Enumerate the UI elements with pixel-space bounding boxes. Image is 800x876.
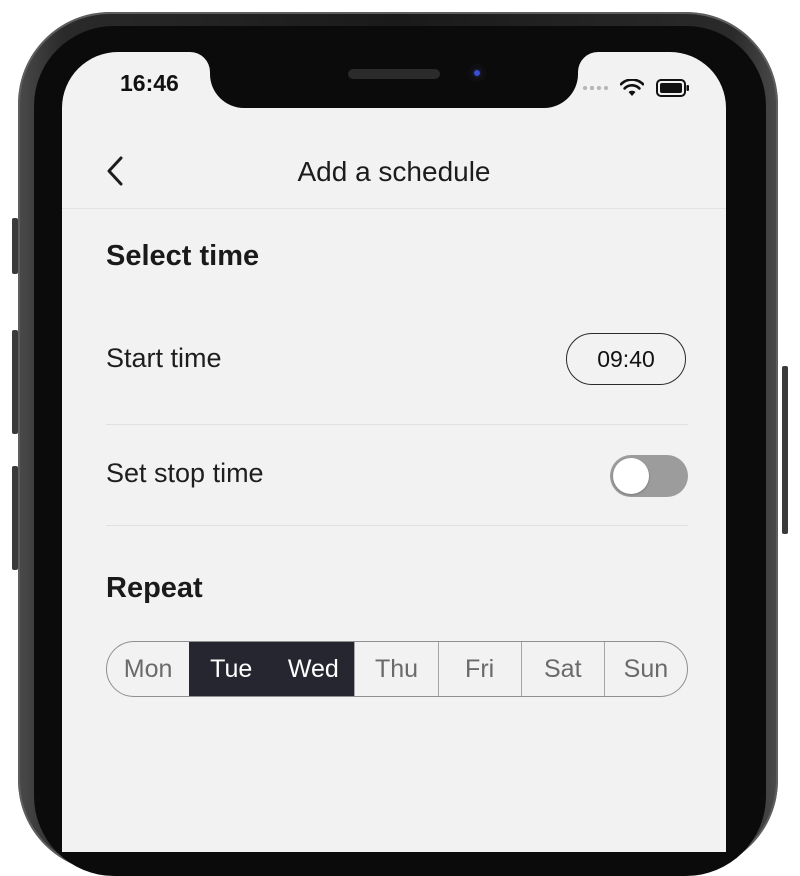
stop-time-toggle[interactable] bbox=[610, 455, 688, 497]
power-button bbox=[782, 366, 788, 534]
divider bbox=[106, 525, 688, 526]
day-sat-button[interactable]: Sat bbox=[520, 642, 604, 696]
repeat-day-selector: Mon Tue Wed Thu Fri Sat Sun bbox=[106, 641, 688, 697]
nav-bar: Add a schedule bbox=[62, 140, 726, 209]
signal-dots-icon bbox=[583, 86, 608, 90]
day-fri-button[interactable]: Fri bbox=[437, 642, 521, 696]
day-wed-button[interactable]: Wed bbox=[272, 642, 355, 696]
day-sun-button[interactable]: Sun bbox=[603, 642, 687, 696]
speaker-grille bbox=[348, 69, 440, 79]
day-mon-button[interactable]: Mon bbox=[107, 642, 189, 696]
notch bbox=[210, 52, 578, 108]
day-thu-button[interactable]: Thu bbox=[354, 642, 437, 696]
day-tue-button[interactable]: Tue bbox=[189, 642, 273, 696]
select-time-heading: Select time bbox=[106, 240, 260, 272]
repeat-heading: Repeat bbox=[106, 572, 203, 604]
status-icons bbox=[583, 78, 690, 98]
battery-icon bbox=[656, 79, 689, 97]
stop-time-label: Set stop time bbox=[106, 458, 264, 488]
front-camera bbox=[468, 64, 486, 82]
start-time-button[interactable]: 09:40 bbox=[566, 333, 686, 385]
mute-switch bbox=[12, 218, 18, 274]
start-time-label: Start time bbox=[106, 343, 222, 373]
wifi-icon bbox=[620, 79, 644, 96]
divider bbox=[106, 424, 688, 425]
volume-up-button bbox=[12, 330, 18, 434]
status-time: 16:46 bbox=[120, 70, 179, 96]
volume-down-button bbox=[12, 466, 18, 570]
toggle-knob bbox=[613, 458, 649, 494]
app-screen: 16:46 Add a schedule Select time Start t… bbox=[62, 52, 726, 852]
page-title: Add a schedule bbox=[297, 156, 491, 187]
